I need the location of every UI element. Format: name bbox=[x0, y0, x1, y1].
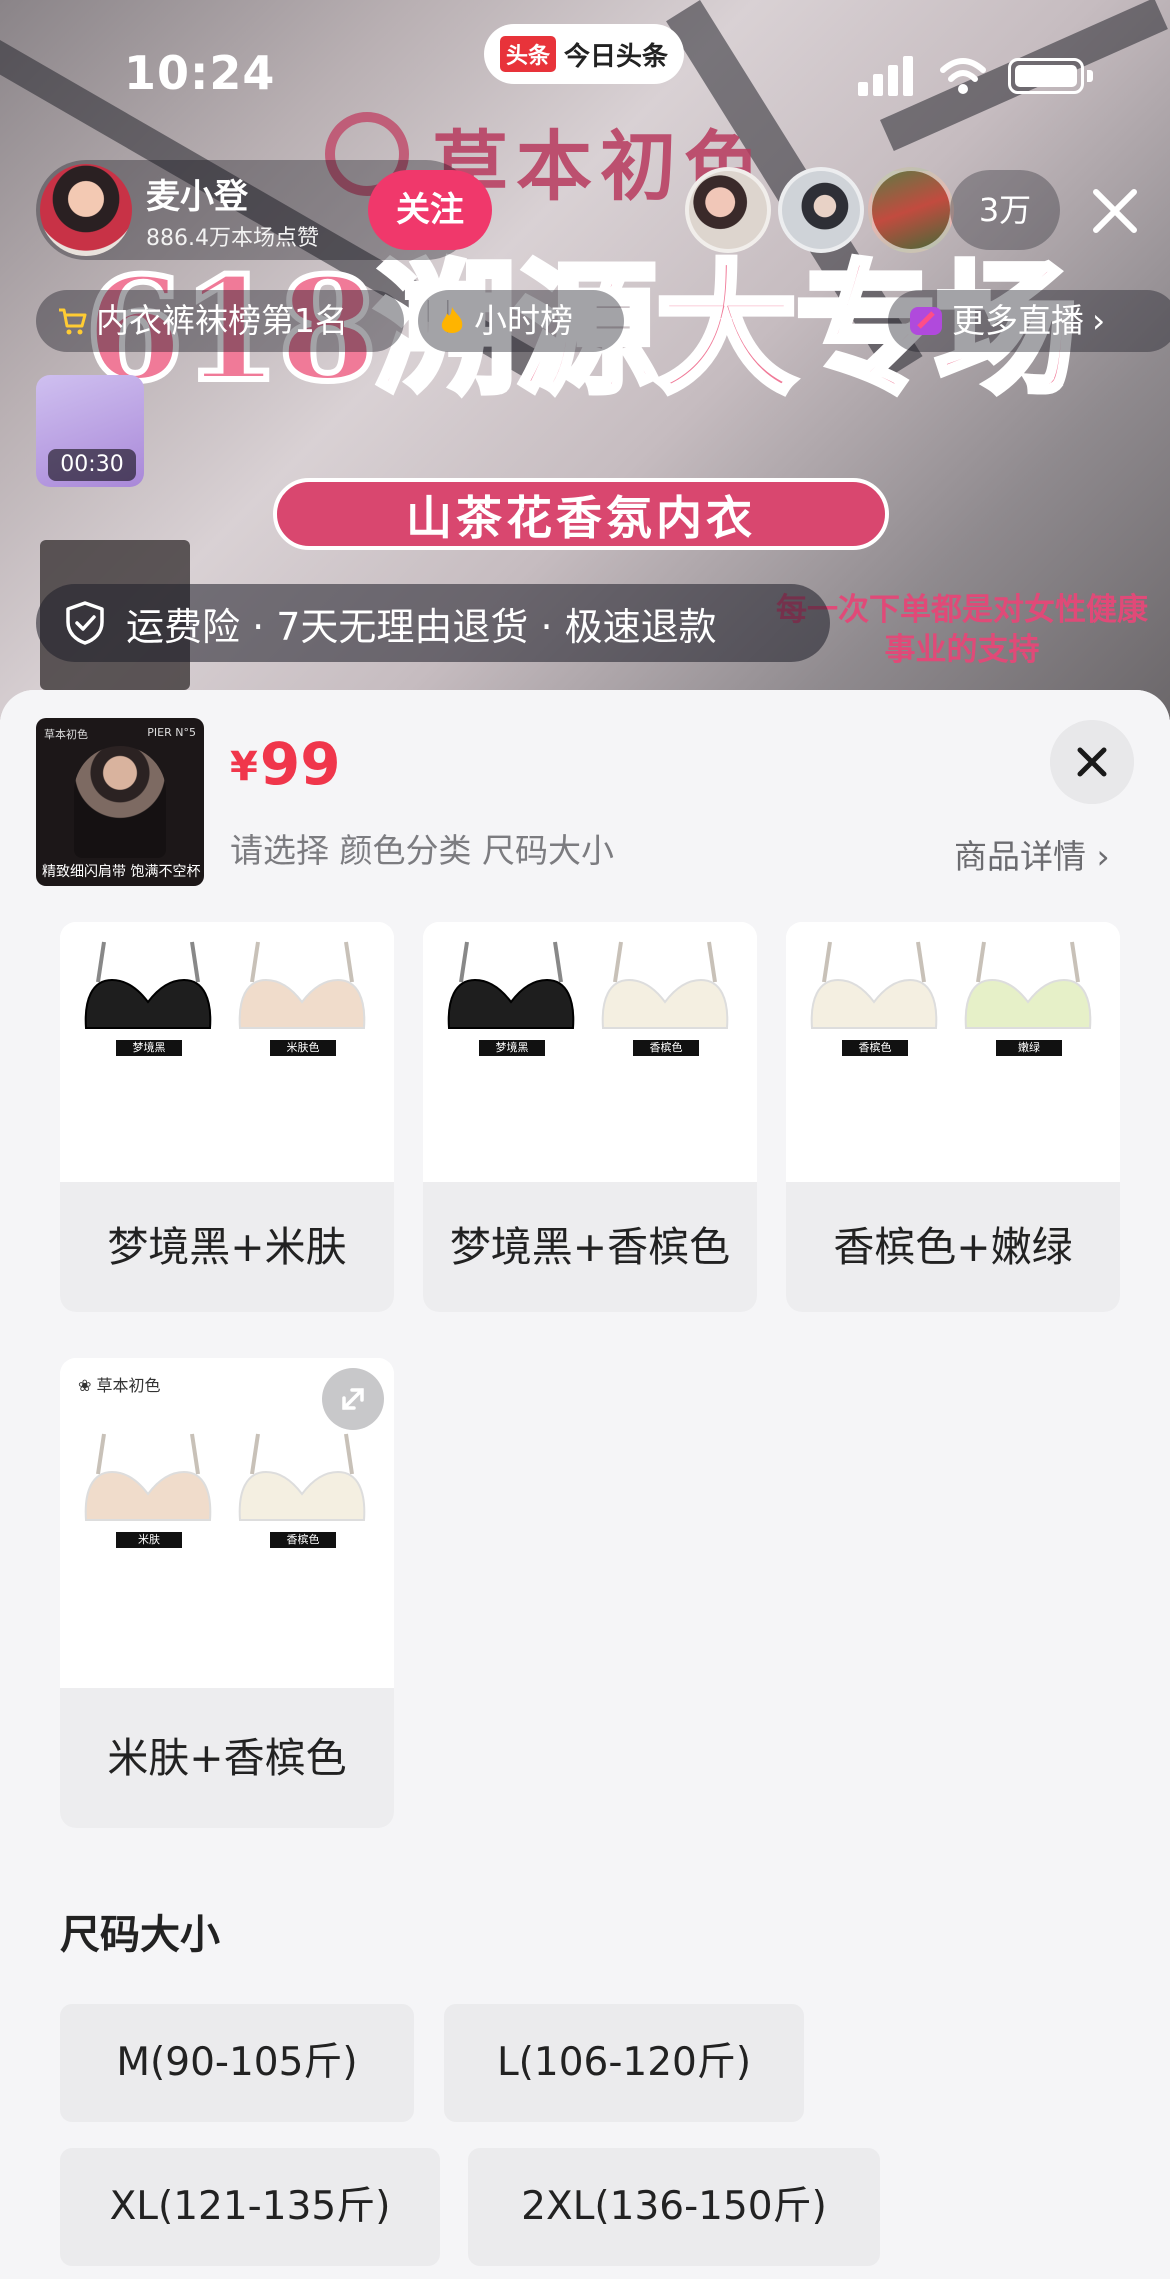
color-tag-left: 米肤 bbox=[116, 1532, 182, 1548]
live-thumbnail-icon bbox=[910, 307, 942, 335]
color-tag-left: 梦境黑 bbox=[116, 1040, 182, 1056]
color-option-label: 梦境黑+香槟色 bbox=[423, 1182, 757, 1312]
bra-left-image bbox=[78, 1428, 218, 1528]
mini-card-time: 00:30 bbox=[48, 449, 136, 481]
size-section-title: 尺码大小 bbox=[60, 1912, 220, 1958]
color-option-card[interactable]: 米肤 香槟色 ❀ 草本初色米肤+香槟色 bbox=[60, 1358, 394, 1828]
color-option-label: 香槟色+嫩绿 bbox=[786, 1182, 1120, 1312]
rank-chip[interactable]: 内衣裤袜榜第1名 bbox=[36, 290, 404, 352]
size-option[interactable]: L(106-120斤) bbox=[444, 2004, 804, 2122]
color-option-card[interactable]: 梦境黑 香槟色梦境黑+香槟色 bbox=[423, 922, 757, 1312]
model-photo bbox=[74, 746, 166, 858]
hour-rank-label: 小时榜 bbox=[474, 301, 573, 340]
chevron-right-icon: › bbox=[1092, 301, 1106, 340]
sub-banner: 山茶花香氛内衣 bbox=[273, 478, 889, 550]
color-tag-right: 嫩绿 bbox=[996, 1040, 1062, 1056]
follow-button[interactable]: 关注 bbox=[368, 170, 492, 250]
app-badge-name: 今日头条 bbox=[564, 41, 669, 72]
viewer-avatar[interactable] bbox=[685, 167, 771, 253]
signal-icon bbox=[858, 56, 913, 96]
select-hint: 请选择 颜色分类 尺码大小 bbox=[230, 831, 614, 870]
shield-check-icon bbox=[66, 601, 104, 645]
price-value: 99 bbox=[259, 730, 341, 798]
color-option-card[interactable]: 梦境黑 米肤色梦境黑+米肤 bbox=[60, 922, 394, 1312]
option-image: 梦境黑 米肤色 bbox=[60, 922, 394, 1182]
battery-cap bbox=[1087, 70, 1093, 82]
rank-label: 内衣裤袜榜第1名 bbox=[96, 301, 348, 340]
hour-rank-chip[interactable]: 小时榜 bbox=[418, 290, 624, 352]
mini-live-card[interactable]: 00:30 bbox=[36, 375, 144, 487]
sheet-header: 草本初色 PIER N°5 精致细闪肩带 饱满不空杯 ¥99 请选择 颜色分类 … bbox=[0, 690, 1170, 922]
host-avatar[interactable] bbox=[40, 164, 132, 256]
bra-right-image bbox=[232, 936, 372, 1036]
size-option[interactable]: XL(121-135斤) bbox=[60, 2148, 440, 2266]
host-name: 麦小登 bbox=[146, 176, 248, 217]
app-badge-mark: 头条 bbox=[499, 36, 556, 72]
bra-right-image bbox=[595, 936, 735, 1036]
price-symbol: ¥ bbox=[230, 744, 258, 790]
more-live-chip[interactable]: 更多直播 › bbox=[888, 290, 1170, 352]
bra-right-image bbox=[232, 1428, 372, 1528]
viewer-avatar[interactable] bbox=[868, 167, 954, 253]
wifi-icon bbox=[940, 58, 986, 94]
expand-icon[interactable] bbox=[322, 1368, 384, 1430]
product-detail-link[interactable]: 商品详情 › bbox=[954, 830, 1110, 878]
bra-left-image bbox=[804, 936, 944, 1036]
option-image: 米肤 香槟色 ❀ 草本初色 bbox=[60, 1358, 394, 1688]
close-icon[interactable] bbox=[1050, 720, 1134, 804]
size-option[interactable]: M(90-105斤) bbox=[60, 2004, 414, 2122]
close-icon[interactable] bbox=[1084, 180, 1146, 242]
brand-mark: ❀ 草本初色 bbox=[78, 1376, 161, 1395]
viewer-count[interactable]: 3万 bbox=[950, 170, 1060, 250]
chevron-right-icon: › bbox=[1086, 837, 1110, 876]
assurance-bar[interactable]: 运费险 · 7天无理由退货 · 极速退款 bbox=[36, 584, 830, 662]
color-tag-left: 香槟色 bbox=[842, 1040, 908, 1056]
thumb-caption: 精致细闪肩带 饱满不空杯 bbox=[42, 864, 201, 880]
viewer-avatar[interactable] bbox=[778, 167, 864, 253]
color-option-label: 梦境黑+米肤 bbox=[60, 1182, 394, 1312]
color-tag-right: 米肤色 bbox=[270, 1040, 336, 1056]
status-time: 10:24 bbox=[124, 46, 276, 100]
bra-left-image bbox=[441, 936, 581, 1036]
option-image: 梦境黑 香槟色 bbox=[423, 922, 757, 1182]
assurance-text: 运费险 · 7天无理由退货 · 极速退款 bbox=[126, 604, 717, 649]
color-tag-right: 香槟色 bbox=[270, 1532, 336, 1548]
product-thumbnail[interactable]: 草本初色 PIER N°5 精致细闪肩带 饱满不空杯 bbox=[36, 718, 204, 886]
size-option[interactable]: 2XL(136-150斤) bbox=[468, 2148, 880, 2266]
app-source-badge[interactable]: 头条 今日头条 bbox=[484, 24, 684, 84]
host-likes: 886.4万本场点赞 bbox=[146, 225, 319, 251]
thumb-brand: 草本初色 bbox=[44, 728, 88, 741]
battery-icon bbox=[1008, 58, 1084, 94]
detail-label: 商品详情 bbox=[954, 837, 1086, 876]
color-option-card[interactable]: 香槟色 嫩绿香槟色+嫩绿 bbox=[786, 922, 1120, 1312]
live-shopping-screen: 草本初色 618溯源大专场 山茶花香氛内衣 每一次下单都是对女性健康事业的支持 … bbox=[0, 0, 1170, 2279]
bra-left-image bbox=[78, 936, 218, 1036]
thumb-tag: PIER N°5 bbox=[147, 726, 196, 739]
price: ¥99 bbox=[230, 730, 341, 798]
color-tag-left: 梦境黑 bbox=[479, 1040, 545, 1056]
fire-icon bbox=[441, 307, 463, 333]
cart-icon bbox=[59, 308, 87, 335]
color-tag-right: 香槟色 bbox=[633, 1040, 699, 1056]
more-live-label: 更多直播 bbox=[952, 301, 1084, 340]
option-image: 香槟色 嫩绿 bbox=[786, 922, 1120, 1182]
sku-selector-sheet: 梦境黑 米肤色 梦境黑+米肤 梦境黑 香槟色 梦境黑+香槟色 香槟色 嫩绿 香槟色+嫩绿 米肤 香槟… bbox=[0, 690, 1170, 2279]
color-option-label: 米肤+香槟色 bbox=[60, 1688, 394, 1828]
bra-right-image bbox=[958, 936, 1098, 1036]
